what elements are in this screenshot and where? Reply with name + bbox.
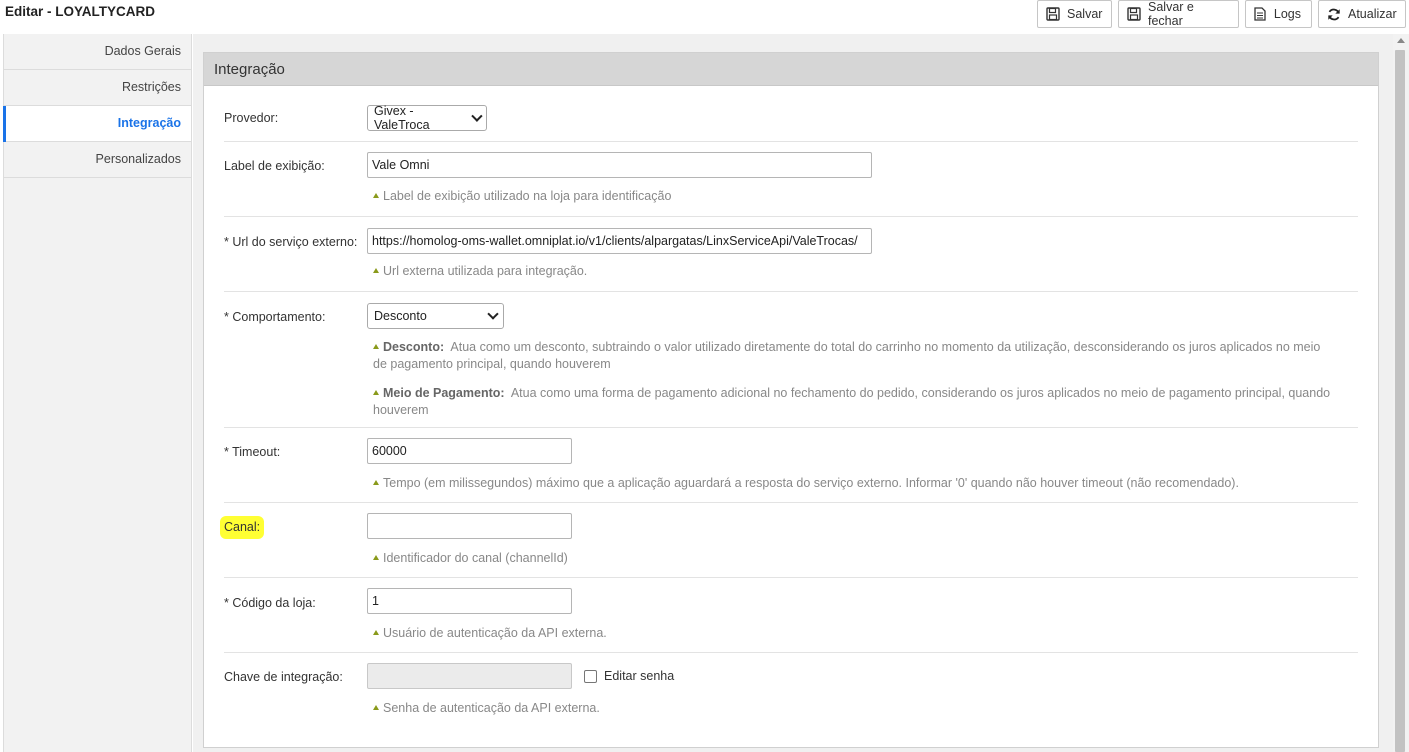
timeout-label: * Timeout:	[224, 445, 281, 459]
scroll-up-arrow-icon[interactable]	[1397, 38, 1405, 43]
channel-label: Canal:	[220, 516, 265, 539]
service-url-input[interactable]	[367, 228, 872, 254]
timeout-help: Tempo (em milissegundos) máximo que a ap…	[373, 475, 1239, 492]
toolbar: Salvar Salvar e fechar Logs Atualizar	[1037, 0, 1406, 28]
save-button[interactable]: Salvar	[1037, 0, 1112, 28]
field-row-channel: Canal: Identificador do canal (channelId…	[220, 503, 1358, 578]
channel-label-highlight: Canal:	[220, 516, 265, 539]
field-row-timeout: * Timeout: Tempo (em milissegundos) máxi…	[224, 428, 1358, 503]
caret-up-icon	[373, 193, 379, 198]
field-row-integration-key: Chave de integração: Editar senha Senha …	[224, 653, 1358, 743]
edit-password-checkbox[interactable]	[584, 669, 597, 683]
provider-label: Provedor:	[224, 111, 279, 125]
page-title: Editar - LOYALTYCARD	[5, 4, 156, 19]
caret-up-icon	[373, 705, 379, 710]
behavior-help-payment: Meio de Pagamento: Atua como uma forma d…	[373, 386, 1331, 417]
display-label-help: Label de exibição utilizado na loja para…	[373, 188, 671, 205]
caret-up-icon	[373, 268, 379, 273]
refresh-icon	[1327, 7, 1341, 21]
display-label-label: Label de exibição:	[224, 159, 325, 173]
floppy-disk-icon	[1046, 7, 1060, 21]
caret-up-icon	[373, 630, 379, 635]
service-url-label: * Url do serviço externo:	[224, 235, 358, 249]
edit-password-checkbox-wrap[interactable]: Editar senha	[584, 669, 674, 683]
sidebar-item-personalizados[interactable]: Personalizados	[4, 142, 191, 178]
integration-key-input[interactable]	[367, 663, 572, 689]
store-code-help: Usuário de autenticação da API externa.	[373, 625, 607, 642]
field-row-service-url: * Url do serviço externo: Url externa ut…	[224, 217, 1358, 292]
page-header: Editar - LOYALTYCARD Salvar Salvar e fec…	[0, 0, 1409, 32]
save-button-label: Salvar	[1067, 7, 1103, 21]
channel-help: Identificador do canal (channelId)	[373, 550, 568, 567]
service-url-help: Url externa utilizada para integração.	[373, 263, 587, 280]
caret-up-icon	[373, 555, 379, 560]
field-row-display-label: Label de exibição: Label de exibição uti…	[224, 142, 1358, 217]
field-row-behavior: * Comportamento: Desconto Desconto: Atua…	[224, 292, 1358, 428]
logs-button-label: Logs	[1273, 7, 1301, 21]
sidebar-item-restricoes[interactable]: Restrições	[4, 70, 191, 106]
timeout-input[interactable]	[367, 438, 572, 464]
edit-password-label: Editar senha	[604, 669, 675, 683]
field-row-store-code: * Código da loja: Usuário de autenticaçã…	[224, 578, 1358, 653]
behavior-select[interactable]: Desconto	[367, 303, 504, 329]
store-code-input[interactable]	[367, 588, 572, 614]
save-and-close-button[interactable]: Salvar e fechar	[1118, 0, 1239, 28]
refresh-button[interactable]: Atualizar	[1318, 0, 1406, 28]
field-row-provider: Provedor: Givex - ValeTroca	[224, 87, 1358, 142]
display-label-input[interactable]	[367, 152, 872, 178]
floppy-disk-icon	[1127, 7, 1141, 21]
caret-up-icon	[373, 344, 379, 349]
document-icon	[1254, 7, 1267, 21]
channel-input[interactable]	[367, 513, 572, 539]
behavior-label: * Comportamento:	[224, 310, 326, 324]
integration-key-label: Chave de integração:	[224, 670, 343, 684]
sidebar-item-integracao[interactable]: Integração	[3, 106, 191, 142]
caret-up-icon	[373, 480, 379, 485]
save-and-close-button-label: Salvar e fechar	[1148, 0, 1194, 28]
store-code-label: * Código da loja:	[224, 596, 316, 610]
scrollbar-thumb[interactable]	[1395, 50, 1405, 752]
integration-panel: Integração Provedor: Givex - ValeTroca L…	[203, 52, 1379, 748]
caret-up-icon	[373, 390, 379, 395]
vertical-scrollbar[interactable]	[1393, 34, 1409, 752]
integration-key-help: Senha de autenticação da API externa.	[373, 700, 600, 717]
sidebar: Dados Gerais Restrições Integração Perso…	[3, 34, 192, 752]
panel-title: Integração	[204, 53, 1378, 86]
refresh-button-label: Atualizar	[1348, 7, 1397, 21]
chevron-down-icon	[470, 110, 482, 122]
sidebar-item-dados-gerais[interactable]: Dados Gerais	[4, 34, 191, 70]
logs-button[interactable]: Logs	[1245, 0, 1312, 28]
behavior-help-discount: Desconto: Atua como um desconto, subtrai…	[373, 340, 1321, 371]
chevron-down-icon	[487, 308, 499, 320]
provider-select[interactable]: Givex - ValeTroca	[367, 104, 487, 132]
